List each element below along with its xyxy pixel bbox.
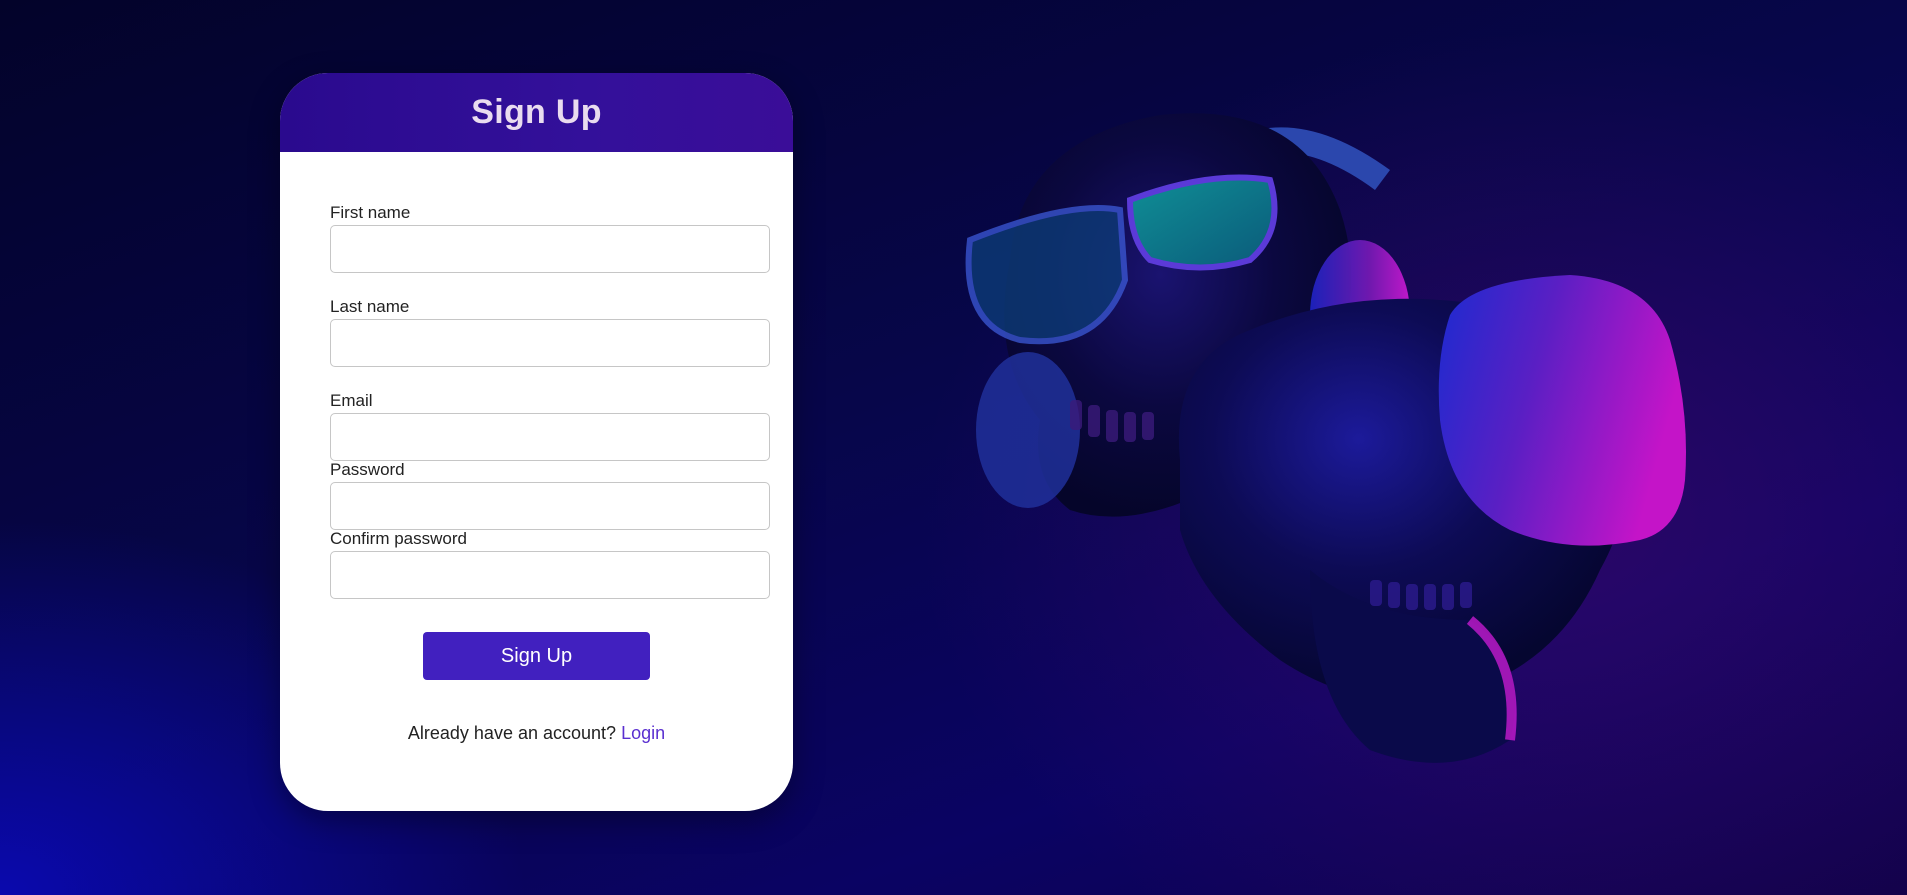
glasses-right-lens-shape <box>1126 174 1278 271</box>
confirm-password-label: Confirm password <box>330 529 467 548</box>
login-link[interactable]: Login <box>621 723 665 743</box>
password-input[interactable] <box>330 482 770 530</box>
email-label: Email <box>330 391 373 410</box>
confirm-password-group: Confirm password <box>330 529 770 599</box>
last-name-label: Last name <box>330 297 410 316</box>
password-group: Password <box>330 460 770 530</box>
page-title: Sign Up <box>471 93 602 131</box>
last-name-input[interactable] <box>330 319 770 367</box>
first-name-group: First name <box>330 203 770 273</box>
email-group: Email <box>330 391 770 461</box>
glasses-left-lens-shape <box>965 205 1129 345</box>
sign-up-button[interactable]: Sign Up <box>423 632 650 680</box>
confirm-password-input[interactable] <box>330 551 770 599</box>
last-name-group: Last name <box>330 297 770 367</box>
password-label: Password <box>330 460 405 479</box>
signup-card: Sign Up First name Last name Email Passw… <box>280 73 793 811</box>
email-input[interactable] <box>330 413 770 461</box>
earcup-left-shape <box>976 352 1080 508</box>
first-name-input[interactable] <box>330 225 770 273</box>
first-name-label: First name <box>330 203 411 222</box>
login-prompt: Already have an account? Login <box>280 723 793 744</box>
login-prompt-text: Already have an account? <box>407 723 617 743</box>
card-header: Sign Up <box>280 73 793 152</box>
skulls-vr-headphones-illustration <box>965 113 1686 763</box>
